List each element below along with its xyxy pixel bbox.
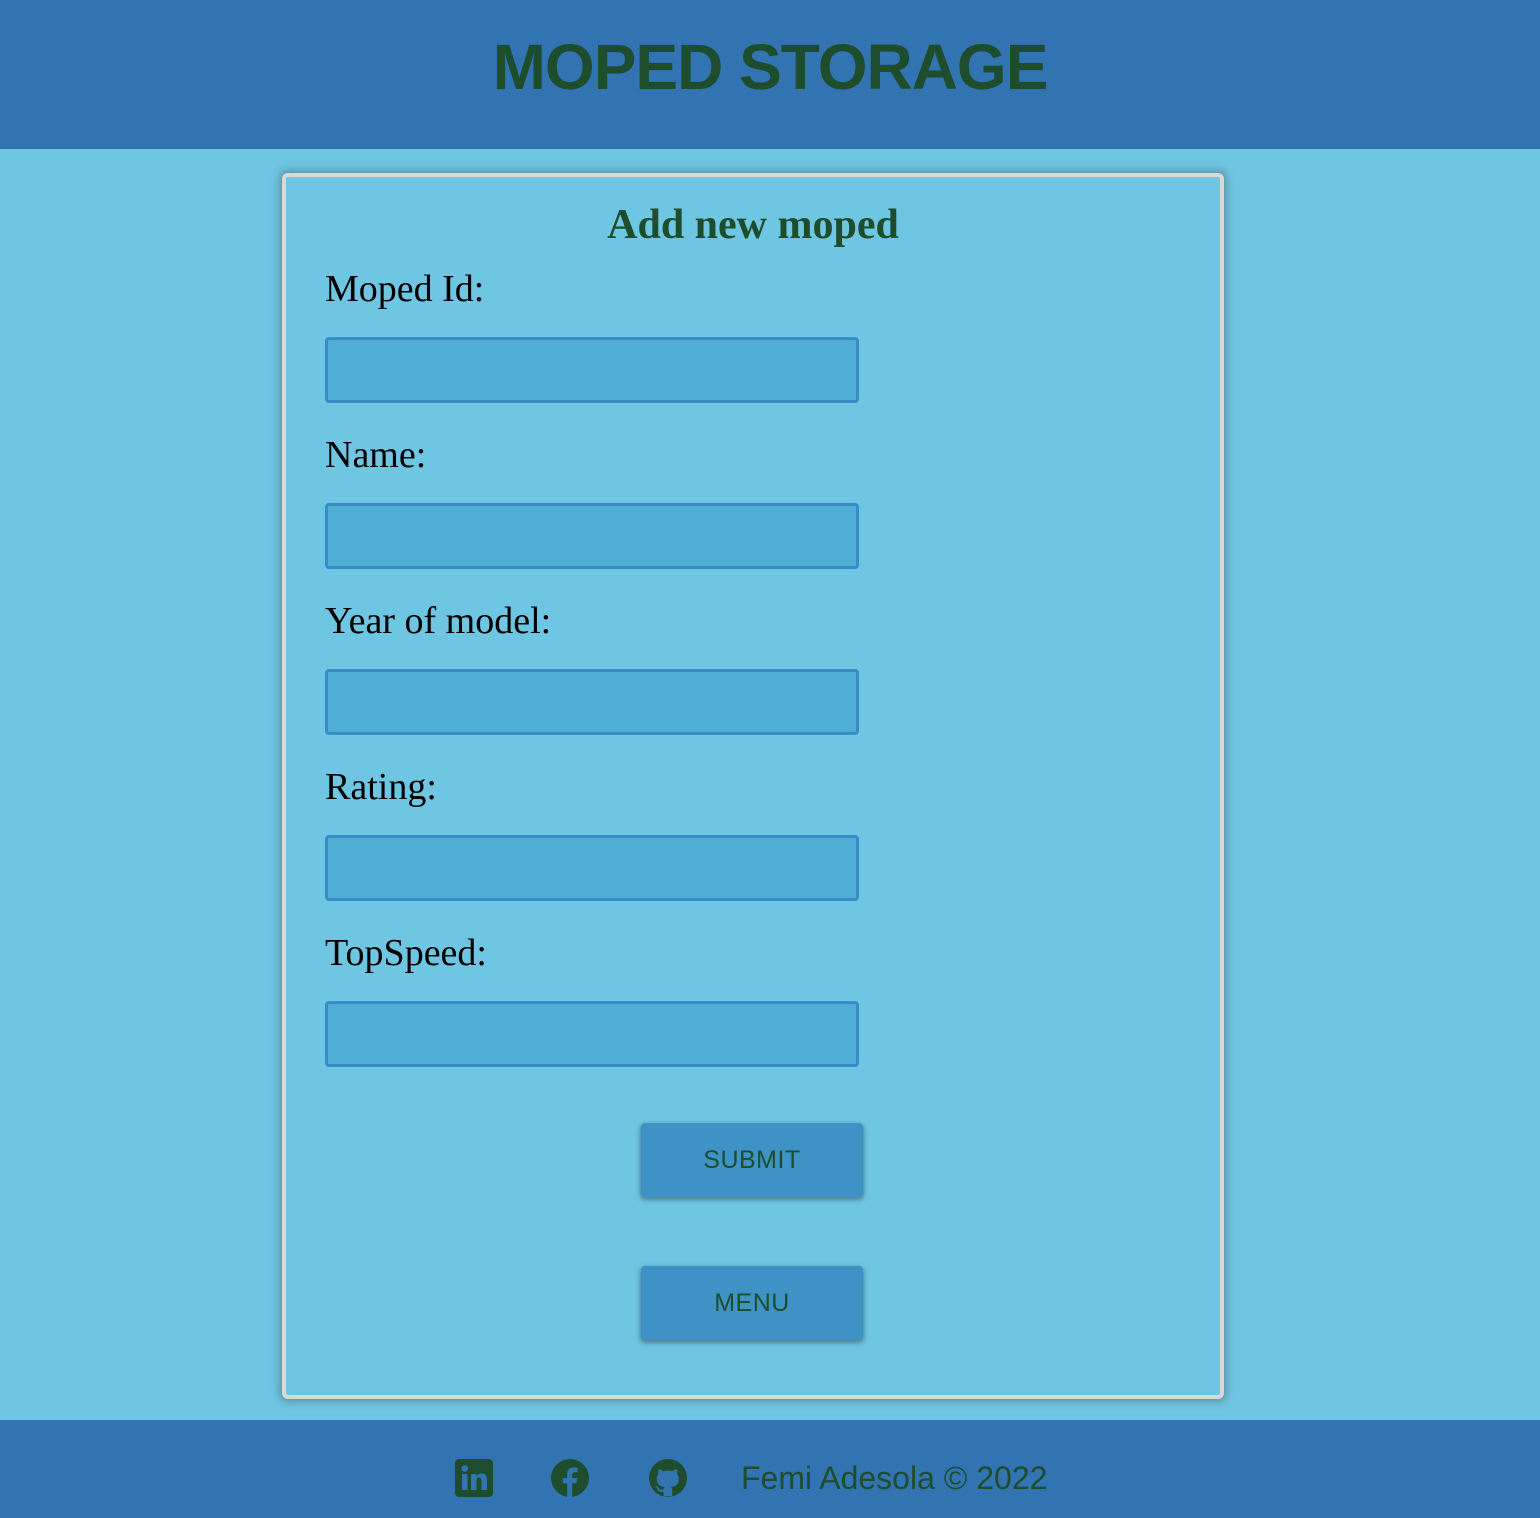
top-speed-label: TopSpeed: [325,932,487,974]
page-footer: Femi Adesola © 2022 [0,1420,1540,1518]
menu-button[interactable]: MENU [641,1266,863,1340]
moped-id-label: Moped Id: [325,268,485,310]
year-of-model-input[interactable] [325,669,859,735]
rating-label: Rating: [325,766,437,808]
year-of-model-label: Year of model: [325,600,552,642]
page-title: MOPED STORAGE [492,30,1049,103]
copyright-text: Femi Adesola © 2022 [741,1460,1048,1496]
add-moped-form: Add new moped Moped Id: Name: Year of mo… [282,173,1224,1399]
linkedin-icon[interactable] [454,1458,494,1498]
moped-id-input[interactable] [325,337,859,403]
name-label: Name: [325,434,427,476]
github-icon[interactable] [648,1458,688,1498]
name-input[interactable] [325,503,859,569]
form-title: Add new moped [607,202,899,248]
submit-button[interactable]: SUBMIT [641,1123,863,1197]
page-header: MOPED STORAGE [0,0,1540,149]
top-speed-input[interactable] [325,1001,859,1067]
rating-input[interactable] [325,835,859,901]
facebook-icon[interactable] [550,1458,590,1498]
